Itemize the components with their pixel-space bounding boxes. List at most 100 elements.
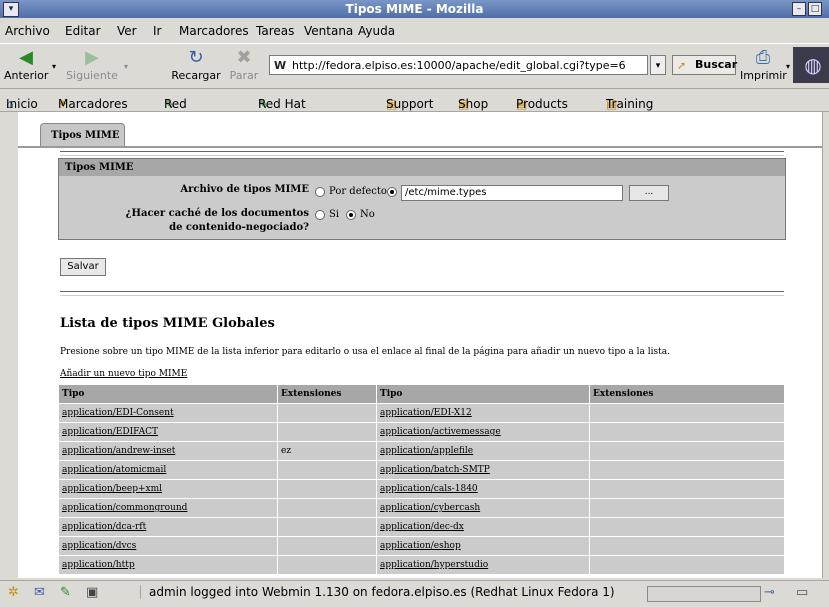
extensions-cell [278,499,376,517]
table-row: application/dca-rft application/dec-dx [59,518,784,536]
stop-label: Parar [229,69,259,82]
bookmark-inicio-label: Inicio [6,97,38,111]
menu-marcadores[interactable]: Marcadores [179,24,249,38]
cache-yes-radio[interactable] [315,210,325,220]
reload-icon: ↻ [188,47,204,68]
back-button[interactable]: ◀ Anterior [4,47,48,82]
extensions-cell [590,442,784,460]
minimize-button[interactable]: – [792,2,806,16]
extensions-cell [278,556,376,574]
extensions-cell [278,423,376,441]
table-row: application/atomicmail application/batch-… [59,461,784,479]
add-mime-type-link[interactable]: Añadir un nuevo tipo MIME [60,369,187,379]
composer-icon[interactable]: ✎ [60,585,71,600]
tab-underline [18,146,824,148]
extensions-cell [590,518,784,536]
address-book-icon[interactable]: ▣ [86,585,98,600]
mime-type-link[interactable]: application/applefile [380,446,473,456]
mime-type-link[interactable]: application/EDI-X12 [380,408,472,418]
url-text: http://fedora.elpiso.es:10000/apache/edi… [292,59,626,72]
status-bar: ✲ ✉ ✎ ▣ admin logged into Webmin 1.130 o… [0,580,829,607]
table-row: application/dvcs application/eshop [59,537,784,555]
mime-type-link[interactable]: application/eshop [380,541,461,551]
mime-type-link[interactable]: application/cals-1840 [380,484,478,494]
table-cell: application/dca-rft [59,518,277,536]
navigator-icon[interactable]: ✲ [8,585,19,600]
menu-archivo[interactable]: Archivo [5,24,50,38]
mime-type-link[interactable]: application/http [62,560,135,570]
menu-ventana[interactable]: Ventana [304,24,353,38]
print-label: Imprimir [740,69,787,82]
forward-dropdown-icon[interactable]: ▾ [124,62,128,71]
browse-button[interactable]: ... [629,185,669,201]
security-icon: ▭ [796,585,809,600]
mail-icon[interactable]: ✉ [34,585,45,600]
table-header-row: Tipo Extensiones Tipo Extensiones [59,385,784,403]
mime-type-link[interactable]: application/dec-dx [380,522,464,532]
save-button[interactable]: Salvar [60,258,106,276]
mime-type-link[interactable]: application/dvcs [62,541,136,551]
table-cell: application/hyperstudio [377,556,589,574]
stop-button[interactable]: ✖ Parar [224,47,264,82]
url-history-dropdown[interactable]: ▾ [650,55,666,75]
menu-editar[interactable]: Editar [65,24,101,38]
menu-ver[interactable]: Ver [117,24,137,38]
extensions-cell [278,480,376,498]
table-cell: application/EDIFACT [59,423,277,441]
table-cell: application/dvcs [59,537,277,555]
table-row: application/andrew-inset ez application/ap… [59,442,784,460]
tab-tipos-mime[interactable]: Tipos MIME [40,123,125,147]
mime-type-link[interactable]: application/activemessage [380,427,501,437]
menu-ir[interactable]: Ir [153,24,161,38]
mime-type-link[interactable]: application/beep+xml [62,484,162,494]
mime-type-link[interactable]: application/atomicmail [62,465,166,475]
online-status-icon[interactable]: ⊸ [764,585,775,600]
mime-type-link[interactable]: application/EDIFACT [62,427,158,437]
mime-file-default-radio[interactable] [315,187,325,197]
print-dropdown-icon[interactable]: ▾ [786,62,790,71]
back-dropdown-icon[interactable]: ▾ [52,62,56,71]
mime-types-table: Tipo Extensiones Tipo Extensiones applic… [58,384,785,575]
mime-file-custom-radio[interactable] [387,187,397,197]
mime-type-link[interactable]: application/batch-SMTP [380,465,490,475]
print-button[interactable]: ⎙ Imprimir [740,47,787,82]
column-header-tipo: Tipo [59,385,277,403]
mime-type-link[interactable]: application/commonground [62,503,187,513]
list-title: Lista de tipos MIME Globales [60,316,275,331]
table-cell: application/beep+xml [59,480,277,498]
list-instructions: Presione sobre un tipo MIME de la lista … [60,347,670,357]
table-cell: application/applefile [377,442,589,460]
mime-type-link[interactable]: application/hyperstudio [380,560,488,570]
reload-button[interactable]: ↻ Recargar [168,47,224,82]
table-cell: application/cals-1840 [377,480,589,498]
mime-type-link[interactable]: application/cybercash [380,503,480,513]
table-row: application/commonground application/cybe… [59,499,784,517]
menu-ayuda[interactable]: Ayuda [358,24,395,38]
table-cell: application/activemessage [377,423,589,441]
back-label: Anterior [4,69,49,82]
vertical-scrollbar[interactable] [822,112,829,578]
forward-button[interactable]: ▶ Siguiente [64,47,120,82]
maximize-button[interactable]: □ [808,2,822,16]
url-field[interactable]: W http://fedora.elpiso.es:10000/apache/e… [269,55,648,75]
table-cell: application/commonground [59,499,277,517]
menu-tareas[interactable]: Tareas [256,24,294,38]
extensions-cell [278,537,376,555]
mime-type-link[interactable]: application/andrew-inset [62,446,175,456]
table-cell: application/batch-SMTP [377,461,589,479]
menu-bar: Archivo Editar Ver Ir Marcadores Tareas … [0,20,829,42]
search-icon: ➚ [677,59,687,72]
table-row: application/EDI-Consent application/EDI-X… [59,404,784,422]
form-title: Tipos MIME [59,159,785,176]
cache-no-radio[interactable] [346,210,356,220]
search-button[interactable]: ➚ Buscar [672,55,737,75]
table-cell: application/dec-dx [377,518,589,536]
mime-file-input[interactable]: /etc/mime.types [401,185,623,201]
extensions-cell [590,499,784,517]
mime-type-link[interactable]: application/dca-rft [62,522,146,532]
bookmark-shop-label: Shop [458,97,489,111]
extensions-cell [278,404,376,422]
bookmark-support-label: Support [386,97,434,111]
mime-type-link[interactable]: application/EDI-Consent [62,408,174,418]
extensions-cell [590,461,784,479]
